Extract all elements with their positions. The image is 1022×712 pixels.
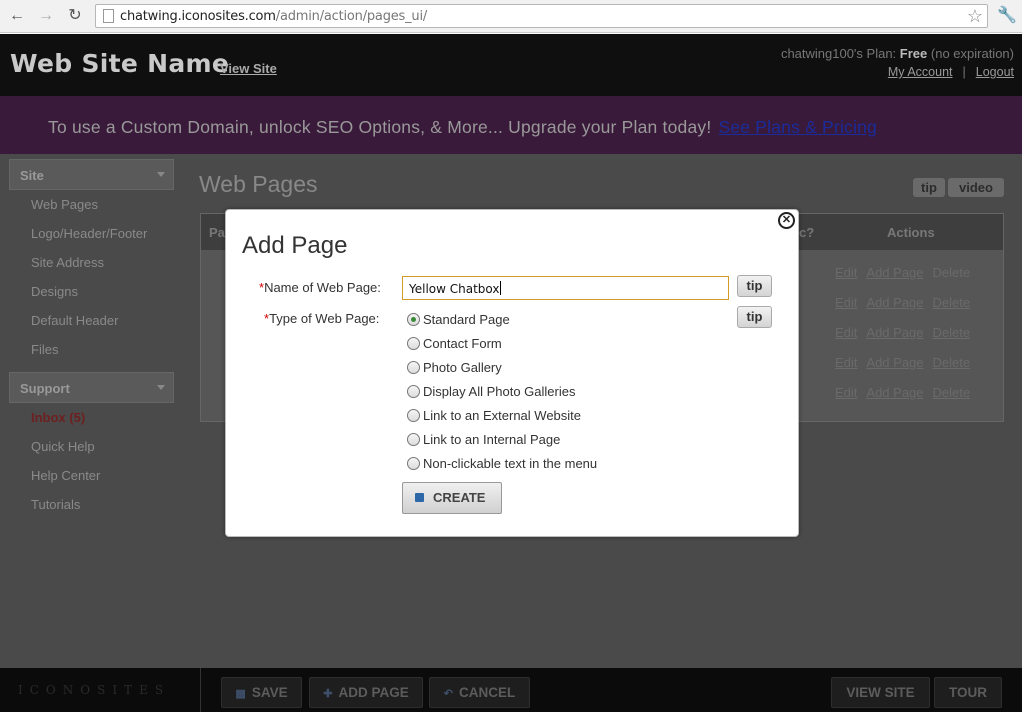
radio-button[interactable] — [407, 457, 420, 470]
site-name: Web Site Name — [10, 49, 230, 78]
delete-link[interactable]: Delete — [933, 355, 971, 370]
add-page-button[interactable]: ✚ ADD PAGE — [309, 677, 423, 708]
sidebar-item-files[interactable]: Files — [9, 335, 174, 364]
tip-button[interactable]: tip — [913, 178, 945, 197]
edit-link[interactable]: Edit — [835, 295, 857, 310]
delete-link[interactable]: Delete — [933, 385, 971, 400]
radio-button[interactable] — [407, 313, 420, 326]
divider — [200, 668, 201, 712]
close-icon[interactable]: ✕ — [778, 212, 795, 229]
add-page-link[interactable]: Add Page — [866, 325, 923, 340]
radio-button[interactable] — [407, 385, 420, 398]
save-button[interactable]: ▩ SAVE — [221, 677, 302, 708]
column-header-page: Pa — [209, 225, 225, 240]
type-tip-button[interactable]: tip — [737, 306, 772, 328]
tour-button[interactable]: TOUR — [934, 677, 1002, 708]
table-row: Edit Add Page Delete — [835, 325, 979, 340]
plan-info: chatwing100's Plan: Free (no expiration) — [780, 46, 1014, 61]
sidebar-item-web-pages[interactable]: Web Pages — [9, 190, 174, 219]
bookmark-star-icon[interactable]: ☆ — [967, 6, 983, 26]
radio-button[interactable] — [407, 433, 420, 446]
sidebar-item-designs[interactable]: Designs — [9, 277, 174, 306]
delete-link[interactable]: Delete — [933, 325, 971, 340]
browser-toolbar: ← → ↻ chatwing.iconosites.com/admin/acti… — [0, 0, 1022, 33]
radio-button[interactable] — [407, 409, 420, 422]
page-title: Web Pages — [199, 171, 318, 197]
video-button[interactable]: video — [948, 178, 1004, 197]
edit-link[interactable]: Edit — [835, 355, 857, 370]
plans-pricing-link[interactable]: See Plans & Pricing — [718, 117, 876, 137]
create-button[interactable]: CREATE — [402, 482, 502, 514]
upgrade-banner-text: To use a Custom Domain, unlock SEO Optio… — [48, 117, 877, 137]
sidebar-item-tutorials[interactable]: Tutorials — [9, 490, 174, 519]
bottom-toolbar: ICONOSITES ▩ SAVE ✚ ADD PAGE ↶ CANCEL VIEW … — [0, 668, 1022, 712]
text-cursor — [499, 281, 501, 295]
floppy-icon — [415, 493, 424, 502]
table-row: Edit Add Page Delete — [835, 385, 979, 400]
column-header-public: c? — [799, 225, 815, 240]
sidebar-heading-site[interactable]: Site — [9, 159, 174, 190]
undo-icon: ↶ — [443, 688, 453, 700]
add-page-link[interactable]: Add Page — [866, 355, 923, 370]
add-page-dialog: ✕ Add Page *Name of Web Page: Yellow Cha… — [225, 209, 799, 537]
sidebar-item-default-header[interactable]: Default Header — [9, 306, 174, 335]
cancel-button[interactable]: ↶ CANCEL — [429, 677, 530, 708]
table-row: Edit Add Page Delete — [835, 355, 979, 370]
add-page-link[interactable]: Add Page — [866, 295, 923, 310]
type-field-label: *Type of Web Page: — [264, 311, 380, 326]
site-header: Web Site Name View Site chatwing100's Pl… — [0, 34, 1022, 96]
column-header-actions: Actions — [887, 225, 935, 240]
edit-link[interactable]: Edit — [835, 325, 857, 340]
add-page-link[interactable]: Add Page — [866, 265, 923, 280]
forward-arrow-icon[interactable]: → — [35, 6, 57, 26]
upgrade-banner: To use a Custom Domain, unlock SEO Optio… — [0, 96, 1022, 154]
sidebar-item-logo-header-footer[interactable]: Logo/Header/Footer — [9, 219, 174, 248]
logout-link[interactable]: Logout — [976, 65, 1014, 79]
add-page-link[interactable]: Add Page — [866, 385, 923, 400]
table-row: Edit Add Page Delete — [835, 265, 979, 280]
edit-link[interactable]: Edit — [835, 385, 857, 400]
address-bar[interactable]: chatwing.iconosites.com/admin/action/pag… — [95, 4, 988, 28]
delete-link[interactable]: Delete — [933, 265, 971, 280]
sidebar-heading-support[interactable]: Support — [9, 372, 174, 403]
iconosites-logo: ICONOSITES — [18, 683, 171, 697]
back-arrow-icon[interactable]: ← — [6, 6, 28, 26]
name-field-label: *Name of Web Page: — [259, 280, 381, 295]
my-account-link[interactable]: My Account — [888, 65, 953, 79]
floppy-icon: ▩ — [235, 688, 246, 700]
delete-link[interactable]: Delete — [933, 295, 971, 310]
plus-icon: ✚ — [323, 688, 333, 700]
account-links: My Account | Logout — [887, 65, 1014, 79]
name-tip-button[interactable]: tip — [737, 275, 772, 297]
reload-icon[interactable]: ↻ — [64, 6, 86, 26]
sidebar: Site Web Pages Logo/Header/Footer Site A… — [9, 159, 174, 519]
sidebar-item-inbox[interactable]: Inbox (5) — [9, 403, 174, 432]
sidebar-item-help-center[interactable]: Help Center — [9, 461, 174, 490]
page-icon — [103, 9, 114, 23]
url-text: chatwing.iconosites.com/admin/action/pag… — [120, 9, 428, 24]
chevron-down-icon — [157, 172, 165, 177]
wrench-icon[interactable]: 🔧 — [996, 5, 1018, 27]
page-name-input[interactable]: Yellow Chatbox — [402, 276, 729, 300]
sidebar-item-site-address[interactable]: Site Address — [9, 248, 174, 277]
dialog-title: Add Page — [242, 232, 348, 259]
chevron-down-icon — [157, 385, 165, 390]
radio-button[interactable] — [407, 361, 420, 374]
edit-link[interactable]: Edit — [835, 265, 857, 280]
radio-button[interactable] — [407, 337, 420, 350]
sidebar-item-quick-help[interactable]: Quick Help — [9, 432, 174, 461]
table-row: Edit Add Page Delete — [835, 295, 979, 310]
view-site-link[interactable]: View Site — [220, 61, 277, 76]
view-site-button[interactable]: VIEW SITE — [831, 677, 930, 708]
